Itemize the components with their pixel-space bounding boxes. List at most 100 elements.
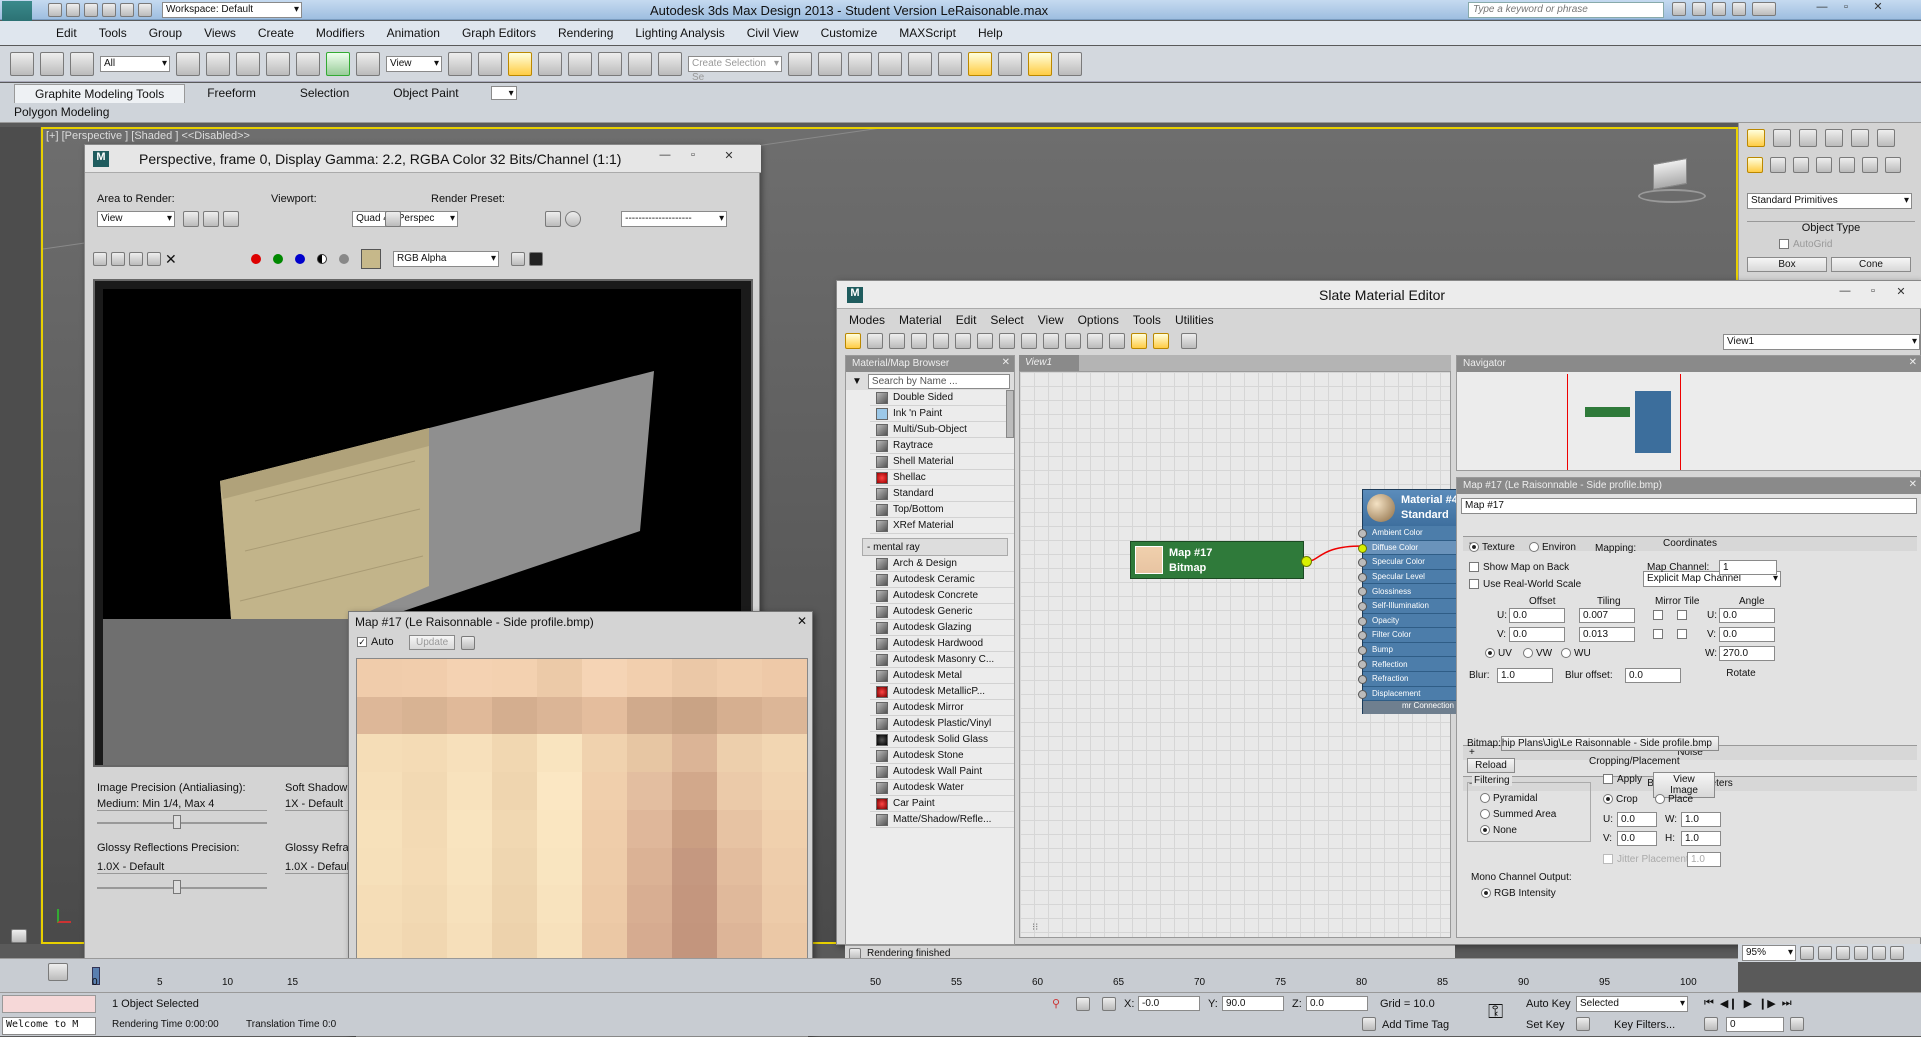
browser-item-standard[interactable]: Standard: [870, 486, 1014, 502]
space-warps-icon[interactable]: [1862, 157, 1878, 173]
slate-menu-edit[interactable]: Edit: [956, 313, 977, 327]
show-background-icon[interactable]: [1021, 333, 1037, 349]
move-children-icon[interactable]: [955, 333, 971, 349]
maxscript-pink-field[interactable]: [2, 995, 96, 1013]
slot-input-socket[interactable]: [1358, 587, 1367, 597]
current-frame-input[interactable]: 0: [1726, 1017, 1784, 1032]
crop-u-input[interactable]: 0.0: [1617, 812, 1657, 827]
render-preset-dropdown[interactable]: --------------------: [621, 211, 728, 227]
u-tiling-input[interactable]: 0.007: [1579, 608, 1635, 623]
x-coordinate-input[interactable]: -0.0: [1138, 996, 1200, 1011]
render-production-icon[interactable]: [1058, 51, 1082, 76]
slate-menu-tools[interactable]: Tools: [1133, 313, 1161, 327]
slot-input-socket[interactable]: [1358, 529, 1367, 538]
slate-close-icon[interactable]: ✕: [1889, 285, 1913, 298]
crop-v-input[interactable]: 0.0: [1617, 831, 1657, 846]
v-tile-checkbox[interactable]: [1677, 629, 1687, 639]
u-mirror-checkbox[interactable]: [1653, 610, 1663, 620]
autogrid-checkbox[interactable]: AutoGrid: [1793, 239, 1832, 250]
ribbon-panel-polygon-modeling[interactable]: Polygon Modeling: [14, 105, 109, 119]
slate-menu-utilities[interactable]: Utilities: [1175, 313, 1214, 327]
view-dropdown[interactable]: View1: [1723, 334, 1920, 350]
delete-selected-icon[interactable]: [933, 333, 949, 349]
alpha-channel-icon[interactable]: [317, 254, 327, 264]
browser-item-autodesk-metal[interactable]: Autodesk Metal: [870, 668, 1014, 684]
copy-image-icon[interactable]: [111, 252, 125, 266]
render-setup-small-icon[interactable]: [545, 211, 561, 227]
slot-input-socket[interactable]: [1358, 558, 1367, 568]
slot-input-socket[interactable]: [1358, 660, 1367, 670]
map-node-bitmap[interactable]: Map #17 Bitmap: [1130, 541, 1312, 579]
clear-image-icon[interactable]: ✕: [165, 251, 179, 268]
slot-input-socket[interactable]: [1358, 631, 1367, 641]
browser-item-arch-design[interactable]: Arch & Design: [870, 556, 1014, 572]
help-icon[interactable]: [1752, 2, 1776, 16]
infocenter-search[interactable]: Type a keyword or phrase: [1468, 2, 1664, 18]
browser-item-autodesk-stone[interactable]: Autodesk Stone: [870, 748, 1014, 764]
uv-radio[interactable]: UV: [1498, 648, 1512, 659]
rectangular-selection-icon[interactable]: [236, 51, 260, 76]
graphite-toggle-icon[interactable]: [878, 51, 902, 76]
ribbon-tab-object-paint[interactable]: Object Paint: [371, 84, 480, 102]
swatch-icon[interactable]: [361, 249, 381, 269]
undo-icon[interactable]: [102, 3, 116, 17]
hierarchy-tab-icon[interactable]: [1799, 129, 1817, 147]
browser-item-autodesk-solid-glass[interactable]: Autodesk Solid Glass: [870, 732, 1014, 748]
go-to-start-icon[interactable]: ⏮: [1704, 997, 1714, 1010]
menu-animation[interactable]: Animation: [387, 26, 440, 40]
reference-coordinate-dropdown[interactable]: View: [386, 55, 442, 72]
primitive-type-dropdown[interactable]: Standard Primitives: [1747, 193, 1912, 209]
viewport-dropdown[interactable]: Quad 4 - Perspec: [352, 211, 459, 227]
rotate-button[interactable]: Rotate: [1709, 667, 1773, 680]
texture-radio[interactable]: Texture: [1482, 542, 1515, 553]
play-mini-icon[interactable]: [11, 929, 27, 943]
workspace-dropdown[interactable]: Workspace: Default: [162, 2, 302, 18]
select-and-scale-icon[interactable]: [356, 51, 380, 76]
render-close-icon[interactable]: ✕: [709, 149, 749, 162]
show-navigator-icon[interactable]: [1153, 333, 1169, 349]
next-frame-icon[interactable]: ❙▶: [1758, 997, 1776, 1010]
key-mode-toggle-icon[interactable]: [1704, 1017, 1718, 1031]
percent-snap-icon[interactable]: [598, 51, 622, 76]
browser-item-matte-shadow-refle-[interactable]: Matte/Shadow/Refle...: [870, 812, 1014, 828]
reload-button[interactable]: Reload: [1467, 758, 1515, 773]
pick-material-icon[interactable]: [867, 333, 883, 349]
toggle-ui-overlay-icon[interactable]: [511, 252, 525, 266]
select-by-name-icon[interactable]: [206, 51, 230, 76]
open-file-icon[interactable]: [66, 3, 80, 17]
play-icon[interactable]: ▶: [1744, 997, 1752, 1010]
monochrome-icon[interactable]: [339, 254, 349, 264]
menu-modifiers[interactable]: Modifiers: [316, 26, 365, 40]
angle-snap-icon[interactable]: [568, 51, 592, 76]
clone-frame-icon[interactable]: [129, 252, 143, 266]
default-tangent-icon[interactable]: [1576, 1017, 1590, 1031]
browser-item-autodesk-metallicp-[interactable]: Autodesk MetallicP...: [870, 684, 1014, 700]
blur-offset-input[interactable]: 0.0: [1625, 668, 1681, 683]
jitter-placement-checkbox[interactable]: Jitter Placement:: [1617, 854, 1691, 865]
v-mirror-checkbox[interactable]: [1653, 629, 1663, 639]
viewport-label[interactable]: [+] [Perspective ] [Shaded ] <<Disabled>…: [46, 130, 250, 142]
display-channel-dropdown[interactable]: RGB Alpha: [393, 251, 499, 267]
rgb-intensity-radio[interactable]: RGB Intensity: [1494, 888, 1556, 899]
v-angle-input[interactable]: 0.0: [1719, 627, 1775, 642]
u-angle-input[interactable]: 0.0: [1719, 608, 1775, 623]
u-tile-checkbox[interactable]: [1677, 610, 1687, 620]
map-channel-input[interactable]: 1: [1719, 560, 1777, 575]
zoom-extents-selected-icon[interactable]: [1872, 946, 1886, 960]
menu-help[interactable]: Help: [978, 26, 1003, 40]
menu-customize[interactable]: Customize: [821, 26, 878, 40]
browser-item-raytrace[interactable]: Raytrace: [870, 438, 1014, 454]
menu-maxscript[interactable]: MAXScript: [899, 26, 956, 40]
save-icon[interactable]: [84, 3, 98, 17]
browser-item-autodesk-water[interactable]: Autodesk Water: [870, 780, 1014, 796]
bind-space-warp-icon[interactable]: [70, 51, 94, 76]
layer-manager-icon[interactable]: [848, 51, 872, 76]
browser-close-icon[interactable]: ✕: [1002, 357, 1010, 368]
shapes-icon[interactable]: [1770, 157, 1786, 173]
maximize-viewport-icon[interactable]: [1890, 946, 1904, 960]
selection-lock-icon[interactable]: [1076, 997, 1090, 1011]
blur-input[interactable]: 1.0: [1497, 668, 1553, 683]
project-folder-icon[interactable]: [138, 3, 152, 17]
selection-filter-dropdown[interactable]: All: [100, 55, 170, 72]
systems-icon[interactable]: [1885, 157, 1901, 173]
